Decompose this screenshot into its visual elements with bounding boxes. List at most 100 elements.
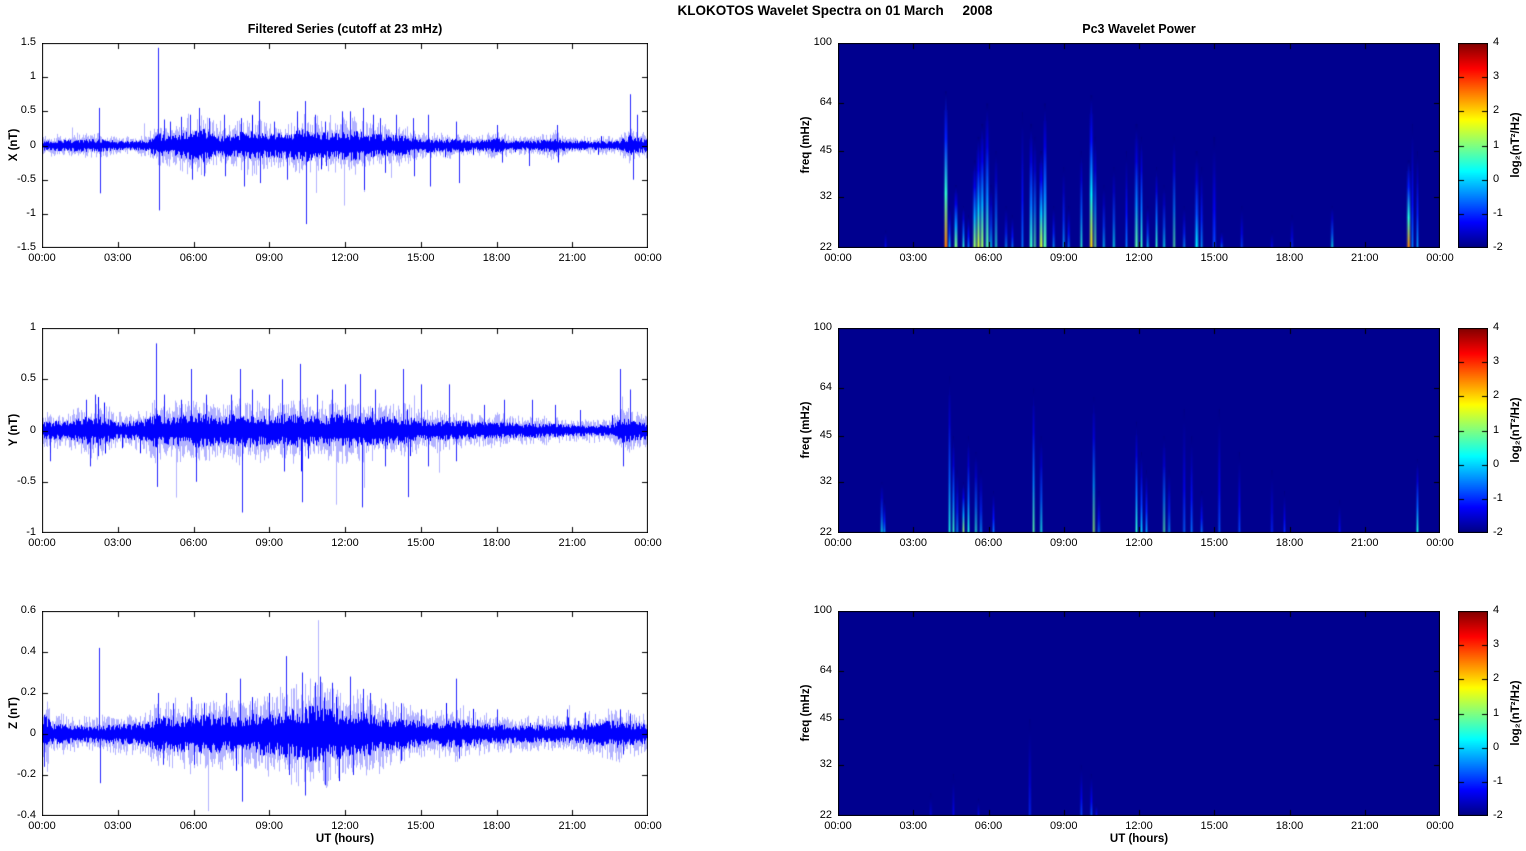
tick-label: 00:00 <box>1426 252 1454 264</box>
tick-label: 03:00 <box>103 820 132 832</box>
colorbar-tick-label: -1 <box>1493 206 1503 219</box>
tick-label: 0.6 <box>20 604 36 616</box>
tick-label: 15:00 <box>406 537 435 549</box>
tick-label: 64 <box>819 381 832 394</box>
colorbar-top-canvas <box>1458 43 1488 248</box>
tick-label: 12:00 <box>1125 252 1153 264</box>
tick-label: 15:00 <box>1200 820 1229 832</box>
tick-label: 32 <box>819 475 832 488</box>
tick-label: 1 <box>29 321 36 333</box>
tick-label: 12:00 <box>331 252 359 264</box>
tick-label: 0.4 <box>20 645 36 657</box>
colorbar-tick-label: -2 <box>1493 241 1503 253</box>
x-series-canvas <box>42 43 648 248</box>
tick-label: 09:00 <box>1049 252 1078 264</box>
tick-label: 1 <box>29 70 36 83</box>
colorbar-tick-label: -1 <box>1493 491 1503 504</box>
colorbar-top: 4 3 2 1 0 -1 -2 <box>1458 36 1503 253</box>
tick-label: 09:00 <box>255 537 284 549</box>
tick-label: 06:00 <box>974 820 1003 832</box>
tick-label: 45 <box>819 712 832 725</box>
tick-label: 32 <box>819 758 832 771</box>
tick-label: 18:00 <box>1275 252 1304 264</box>
tick-label: 06:00 <box>974 252 1003 264</box>
tick-label: 00:00 <box>634 252 662 264</box>
colorbar-tick-label: -1 <box>1493 774 1503 787</box>
tick-label: 03:00 <box>899 820 928 832</box>
tick-label: 00:00 <box>28 537 56 549</box>
tick-label: 0.5 <box>20 104 36 117</box>
tick-label: 00:00 <box>1426 537 1454 549</box>
tick-label: 12:00 <box>1125 537 1153 549</box>
colorbar-middle-label: log₂(nT²/Hz) <box>1510 397 1522 463</box>
tick-label: 100 <box>813 36 832 48</box>
colorbar-bottom-label: log₂(nT²/Hz) <box>1510 680 1522 746</box>
colorbar-tick-label: -2 <box>1493 809 1503 821</box>
tick-label: 09:00 <box>1049 537 1078 549</box>
colorbar-tick-label: 3 <box>1493 355 1500 368</box>
y-wavelet-spectrogram: 100 64 45 32 22 00:00 03:00 06:00 09:00 12:00 15:0… <box>814 321 1454 549</box>
x-wavelet-canvas <box>838 43 1440 248</box>
tick-label: 00:00 <box>634 820 662 832</box>
tick-label: 00:00 <box>28 820 56 832</box>
tick-label: 00:00 <box>28 252 56 264</box>
colorbar-middle-canvas <box>1458 328 1488 533</box>
tick-label: 21:00 <box>558 820 587 832</box>
tick-label: 21:00 <box>1350 820 1379 832</box>
tick-label: 00:00 <box>824 820 852 832</box>
tick-label: 100 <box>813 604 832 616</box>
tick-label: 09:00 <box>255 252 284 264</box>
tick-label: 03:00 <box>103 537 132 549</box>
z-wavelet-spectrogram: 100 64 45 32 22 00:00 03:00 06:00 09:00 12:00 15:0… <box>814 604 1454 832</box>
colorbar-tick-label: 3 <box>1493 638 1500 651</box>
tick-label: 03:00 <box>103 252 132 264</box>
figure-title: KLOKOTOS Wavelet Spectra on 01 March 200… <box>677 3 993 18</box>
tick-label: 18:00 <box>1275 820 1304 832</box>
tick-label: 21:00 <box>1350 252 1379 264</box>
tick-label: 45 <box>819 144 832 157</box>
tick-label: 09:00 <box>255 820 284 832</box>
tick-label: 00:00 <box>634 537 662 549</box>
y-series-plot: 1 0.5 0 -0.5 -1 00:00 03:00 06:00 09:00 12:00 15:0… <box>17 321 662 549</box>
tick-label: 09:00 <box>1049 820 1078 832</box>
colorbar-tick-label: 4 <box>1493 36 1500 48</box>
right-xaxis-label: UT (hours) <box>1109 833 1169 845</box>
tick-label: 06:00 <box>974 537 1003 549</box>
tick-label: 12:00 <box>331 537 359 549</box>
tick-label: 21:00 <box>558 252 587 264</box>
left-column-title: Filtered Series (cutoff at 23 mHz) <box>247 22 443 36</box>
tick-label: 06:00 <box>179 252 208 264</box>
tick-label: 18:00 <box>1275 537 1304 549</box>
colorbar-tick-label: 4 <box>1493 604 1500 616</box>
tick-label: 18:00 <box>482 252 511 264</box>
wavelet-spectra-figure: KLOKOTOS Wavelet Spectra on 01 March 200… <box>0 0 1526 851</box>
tick-label: 00:00 <box>824 537 852 549</box>
tick-label: -0.5 <box>17 474 36 487</box>
tick-label: -0.2 <box>17 768 36 780</box>
tick-label: 15:00 <box>406 252 435 264</box>
tick-label: 18:00 <box>482 537 511 549</box>
tick-label: 64 <box>819 664 832 677</box>
tick-label: 45 <box>819 429 832 442</box>
colorbar-top-label: log₂(nT²/Hz) <box>1510 112 1522 178</box>
colorbar-bottom: 4 3 2 1 0 -1 -2 <box>1458 604 1503 821</box>
y-wavelet-canvas <box>838 328 1440 533</box>
tick-label: 15:00 <box>406 820 435 832</box>
tick-label: 100 <box>813 321 832 333</box>
tick-label: 15:00 <box>1200 252 1229 264</box>
z-wavelet-canvas <box>838 611 1440 816</box>
tick-label: 12:00 <box>331 820 359 832</box>
tick-label: 32 <box>819 190 832 203</box>
tick-label: 0 <box>29 423 36 436</box>
y-series-canvas <box>42 328 648 533</box>
tick-label: 21:00 <box>558 537 587 549</box>
tick-label: 00:00 <box>1426 820 1454 832</box>
tick-label: 03:00 <box>899 252 928 264</box>
tick-label: 12:00 <box>1125 820 1153 832</box>
left-xaxis-label: UT (hours) <box>315 833 375 845</box>
z-series-plot: 0.6 0.4 0.2 0 -0.2 -0.4 00:00 03:00 06:00 09:00 12… <box>17 604 662 832</box>
right-column-title: Pc3 Wavelet Power <box>1082 22 1196 36</box>
tick-label: 18:00 <box>482 820 511 832</box>
colorbar-bottom-canvas <box>1458 611 1488 816</box>
tick-label: 06:00 <box>179 537 208 549</box>
